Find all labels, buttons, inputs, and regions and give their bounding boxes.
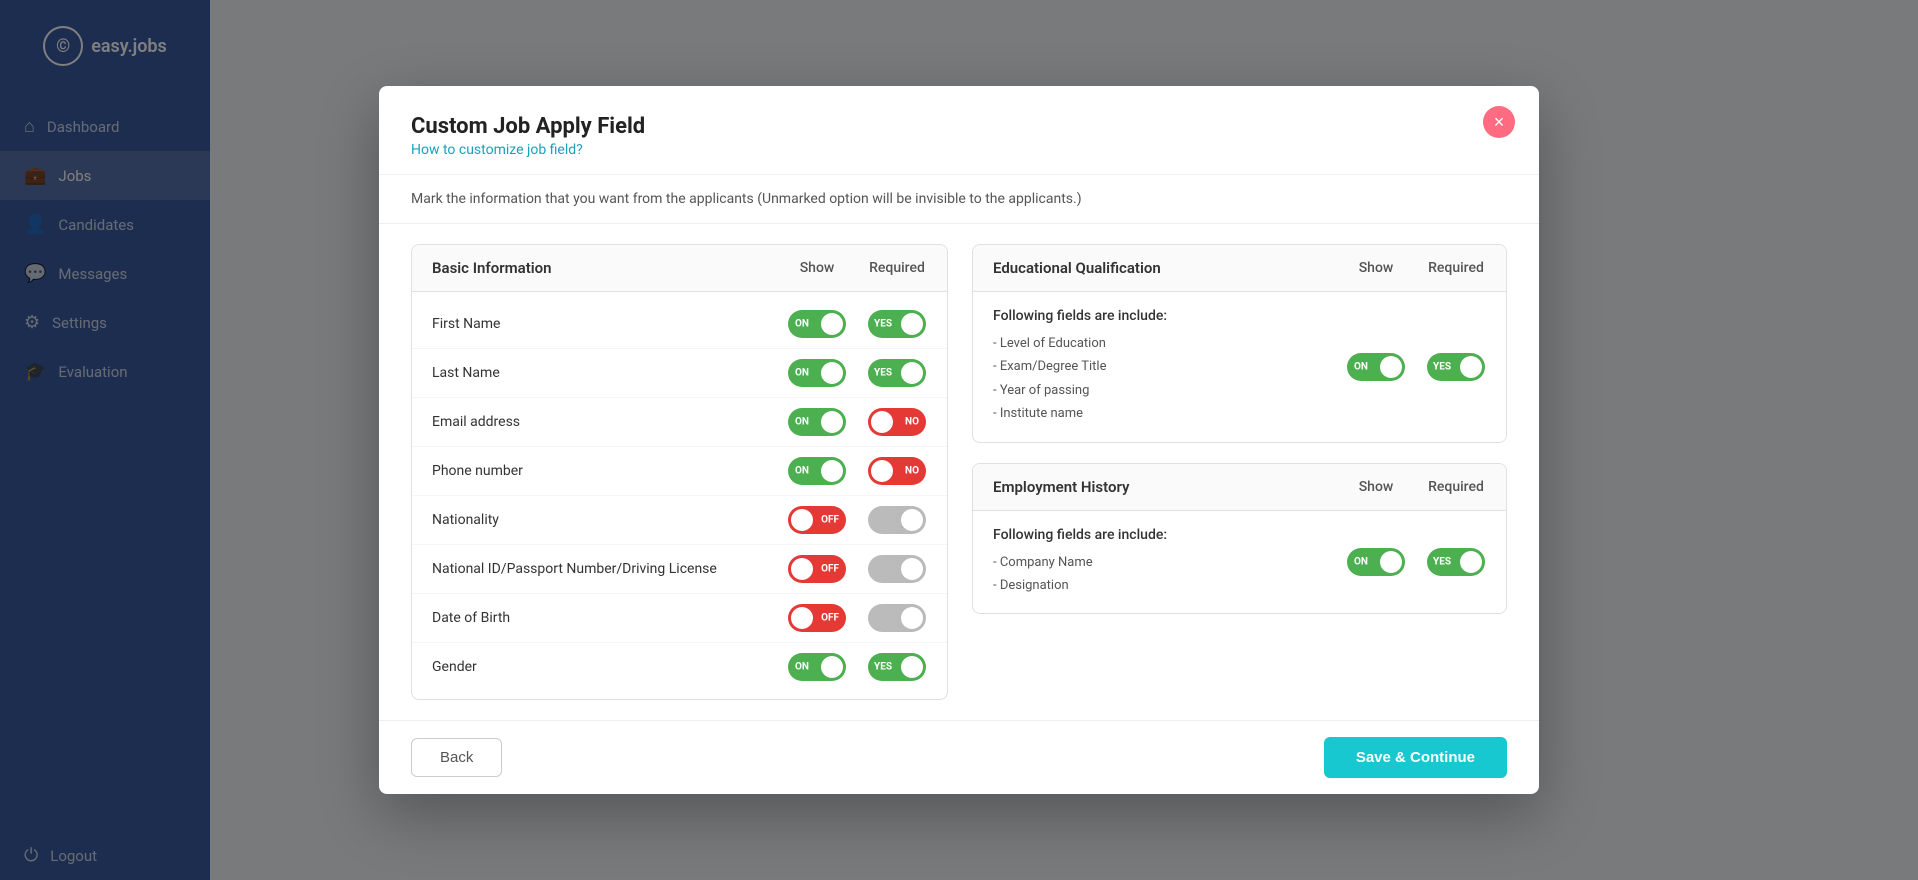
required-toggle-firstname[interactable]: YES <box>867 310 927 338</box>
emp-card-header: Employment History Show Required <box>973 464 1506 511</box>
field-label-nationalid: National ID/Passport Number/Driving Lice… <box>432 561 787 577</box>
emp-field-list: - Company Name - Designation <box>993 551 1346 598</box>
show-toggle-off-nationality[interactable]: OFF <box>788 506 846 534</box>
field-label-lastname: Last Name <box>432 365 787 381</box>
edu-card-header: Educational Qualification Show Required <box>973 245 1506 292</box>
required-toggle-disabled-nationalid <box>868 555 926 583</box>
edu-field-item-2: - Exam/Degree Title <box>993 355 1346 378</box>
required-toggle-no-phone[interactable]: NO <box>868 457 926 485</box>
close-button[interactable]: × <box>1483 106 1515 138</box>
field-row-phone: Phone number ON NO <box>412 447 947 496</box>
save-continue-button[interactable]: Save & Continue <box>1324 737 1507 778</box>
edu-field-item-4: - Institute name <box>993 402 1346 425</box>
field-toggles-gender: ON YES <box>787 653 927 681</box>
back-button[interactable]: Back <box>411 738 502 777</box>
field-toggles-firstname: ON YES <box>787 310 927 338</box>
emp-fields-row: Following fields are include: - Company … <box>973 511 1506 614</box>
field-toggles-nationalid: OFF <box>787 555 927 583</box>
edu-col-labels: Show Required <box>1346 260 1486 276</box>
basic-info-card: Basic Information Show Required First Na… <box>411 244 948 700</box>
edu-required-toggle[interactable]: YES <box>1427 353 1485 381</box>
modal-overlay: Custom Job Apply Field How to customize … <box>0 0 1918 880</box>
emp-field-item-2: - Designation <box>993 574 1346 597</box>
required-toggle-yes-lastname[interactable]: YES <box>868 359 926 387</box>
emp-required-toggle[interactable]: YES <box>1427 548 1485 576</box>
field-label-phone: Phone number <box>432 463 787 479</box>
edu-field-info: Following fields are include: - Level of… <box>993 308 1346 426</box>
show-toggle-on-gender[interactable]: ON <box>788 653 846 681</box>
edu-fields-row: Following fields are include: - Level of… <box>973 292 1506 442</box>
emp-show-col: Show <box>1346 479 1406 495</box>
emp-show-toggle[interactable]: ON <box>1347 548 1405 576</box>
field-toggles-dob: OFF <box>787 604 927 632</box>
emp-card-title: Employment History <box>993 478 1129 496</box>
basic-info-body: First Name ON YES <box>412 292 947 699</box>
modal-header: Custom Job Apply Field How to customize … <box>379 86 1539 175</box>
field-row-nationality: Nationality OFF <box>412 496 947 545</box>
show-toggle-off-nationalid[interactable]: OFF <box>788 555 846 583</box>
field-row-lastname: Last Name ON YES <box>412 349 947 398</box>
field-label-email: Email address <box>432 414 787 430</box>
emp-toggles: ON YES <box>1346 548 1486 576</box>
modal-body: Basic Information Show Required First Na… <box>379 224 1539 720</box>
custom-field-modal: Custom Job Apply Field How to customize … <box>379 86 1539 794</box>
emp-field-item-1: - Company Name <box>993 551 1346 574</box>
basic-info-header: Basic Information Show Required <box>412 245 947 292</box>
field-toggles-email: ON NO <box>787 408 927 436</box>
edu-show-toggle[interactable]: ON <box>1347 353 1405 381</box>
basic-info-col-labels: Show Required <box>787 260 927 276</box>
show-col-label: Show <box>787 260 847 276</box>
show-toggle-off-dob[interactable]: OFF <box>788 604 846 632</box>
field-label-firstname: First Name <box>432 316 787 332</box>
show-toggle-firstname[interactable]: ON <box>787 310 847 338</box>
field-row-firstname: First Name ON YES <box>412 300 947 349</box>
edu-field-item-3: - Year of passing <box>993 379 1346 402</box>
emp-field-info: Following fields are include: - Company … <box>993 527 1346 598</box>
right-section: Educational Qualification Show Required … <box>972 244 1507 700</box>
show-toggle-on-phone[interactable]: ON <box>788 457 846 485</box>
edu-show-col: Show <box>1346 260 1406 276</box>
field-label-dob: Date of Birth <box>432 610 787 626</box>
field-toggles-lastname: ON YES <box>787 359 927 387</box>
employment-history-card: Employment History Show Required Followi… <box>972 463 1507 615</box>
basic-info-title: Basic Information <box>432 259 552 277</box>
modal-title: Custom Job Apply Field <box>411 114 1507 139</box>
emp-includes-label: Following fields are include: <box>993 527 1346 543</box>
educational-qualification-card: Educational Qualification Show Required … <box>972 244 1507 443</box>
field-row-nationalid: National ID/Passport Number/Driving Lice… <box>412 545 947 594</box>
required-toggle-disabled-nationality <box>868 506 926 534</box>
show-toggle-on-firstname[interactable]: ON <box>788 310 846 338</box>
required-toggle-disabled-dob <box>868 604 926 632</box>
field-toggles-phone: ON NO <box>787 457 927 485</box>
field-row-dob: Date of Birth OFF <box>412 594 947 643</box>
modal-help-link[interactable]: How to customize job field? <box>411 142 583 158</box>
field-row-email: Email address ON NO <box>412 398 947 447</box>
show-toggle-on-lastname[interactable]: ON <box>788 359 846 387</box>
edu-field-list: - Level of Education - Exam/Degree Title… <box>993 332 1346 426</box>
field-label-gender: Gender <box>432 659 787 675</box>
field-toggles-nationality: OFF <box>787 506 927 534</box>
show-toggle-on-email[interactable]: ON <box>788 408 846 436</box>
required-toggle-yes-gender[interactable]: YES <box>868 653 926 681</box>
required-toggle-no-email[interactable]: NO <box>868 408 926 436</box>
modal-footer: Back Save & Continue <box>379 720 1539 794</box>
edu-card-title: Educational Qualification <box>993 259 1161 277</box>
required-col-label: Required <box>867 260 927 276</box>
emp-col-labels: Show Required <box>1346 479 1486 495</box>
emp-required-col: Required <box>1426 479 1486 495</box>
field-row-gender: Gender ON YES <box>412 643 947 691</box>
edu-includes-label: Following fields are include: <box>993 308 1346 324</box>
field-label-nationality: Nationality <box>432 512 787 528</box>
edu-field-item-1: - Level of Education <box>993 332 1346 355</box>
edu-toggles: ON YES <box>1346 353 1486 381</box>
modal-description: Mark the information that you want from … <box>379 175 1539 224</box>
edu-required-col: Required <box>1426 260 1486 276</box>
required-toggle-yes-firstname[interactable]: YES <box>868 310 926 338</box>
